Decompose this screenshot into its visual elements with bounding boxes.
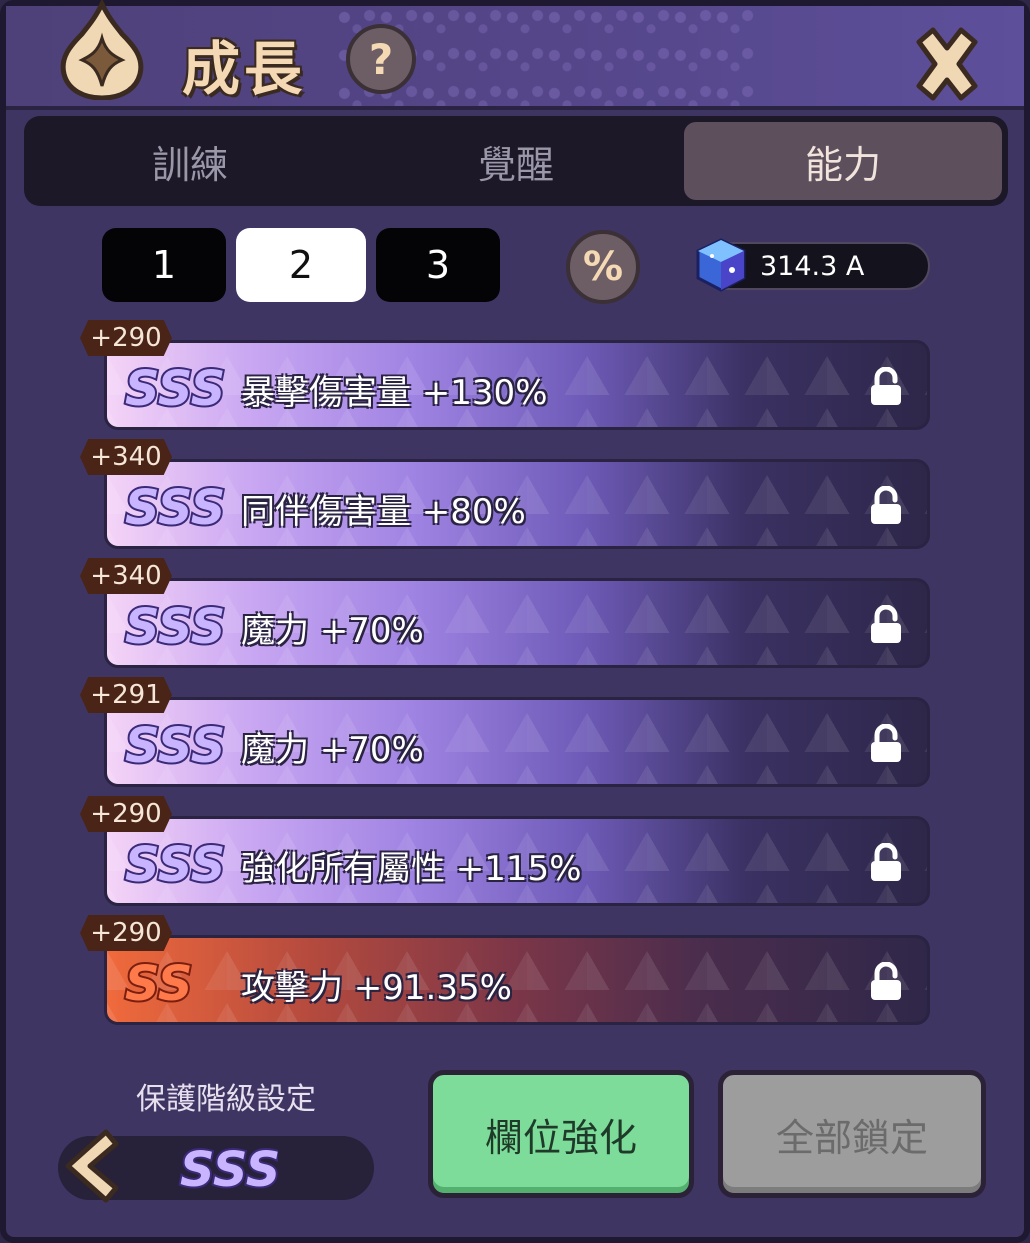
level-badge: +291 [80,677,172,713]
grade-icon: SSS [123,597,227,655]
svg-text:SS: SS [125,956,192,1012]
page-button-2[interactable]: 2 [236,228,366,302]
page-button-1[interactable]: 1 [102,228,226,302]
stat-row: SSS 強化所有屬性 +115% [104,816,930,906]
grade-icon: SS [123,954,194,1012]
flame-icon [60,0,144,100]
chevron-left-icon[interactable] [58,1124,122,1208]
stat-row: SSS 同伴傷害量 +80% [104,459,930,549]
stat-text: 魔力 +70% [241,730,424,770]
level-badge: +290 [80,320,172,356]
percent-button[interactable]: % [566,230,640,304]
slot-enhance-button[interactable]: 欄位強化 [428,1070,694,1198]
tab-training[interactable]: 訓練 [30,122,350,200]
stat-text: 攻擊力 +91.35% [241,968,512,1008]
stat-row: SS 攻擊力 +91.35% [104,935,930,1025]
lock-icon[interactable] [869,486,903,526]
panel-header [6,6,1024,110]
page-title: 成長 [182,35,307,103]
svg-text:SSS: SSS [125,480,225,536]
tab-ability[interactable]: 能力 [684,122,1002,200]
lock-icon[interactable] [869,724,903,764]
grade-icon: SSS [123,716,227,774]
stat-row: SSS 魔力 +70% [104,578,930,668]
lock-icon[interactable] [869,367,903,407]
level-badge: +340 [80,558,172,594]
tab-bar: 訓練 覺醒 能力 [24,116,1008,206]
page-button-3[interactable]: 3 [376,228,500,302]
cube-gem-icon [696,238,746,292]
svg-text:SSS: SSS [125,837,225,893]
svg-text:SSS: SSS [125,718,225,774]
help-button[interactable]: ? [346,24,416,94]
protect-grade-value: SSS [178,1140,278,1196]
lock-icon[interactable] [869,605,903,645]
svg-text:SSS: SSS [125,361,225,417]
grade-icon: SSS [123,478,227,536]
stat-row: SSS 暴擊傷害量 +130% [104,340,930,430]
level-badge: +290 [80,796,172,832]
grade-icon: SSS [123,835,227,893]
svg-text:SSS: SSS [180,1142,278,1196]
level-badge: +290 [80,915,172,951]
stat-text: 魔力 +70% [241,611,424,651]
tab-awakening[interactable]: 覺醒 [356,122,676,200]
stat-text: 暴擊傷害量 +130% [241,373,548,413]
stat-text: 強化所有屬性 +115% [241,849,582,889]
protect-grade-label: 保護階級設定 [136,1082,316,1117]
stat-row: SSS 魔力 +70% [104,697,930,787]
lock-all-button[interactable]: 全部鎖定 [718,1070,986,1198]
svg-text:SSS: SSS [125,599,225,655]
level-badge: +340 [80,439,172,475]
stat-text: 同伴傷害量 +80% [241,492,526,532]
grade-icon: SSS [123,359,227,417]
close-icon[interactable] [905,22,989,106]
lock-icon[interactable] [869,962,903,1002]
lock-icon[interactable] [869,843,903,883]
currency-amount: 314.3 A [760,251,865,282]
